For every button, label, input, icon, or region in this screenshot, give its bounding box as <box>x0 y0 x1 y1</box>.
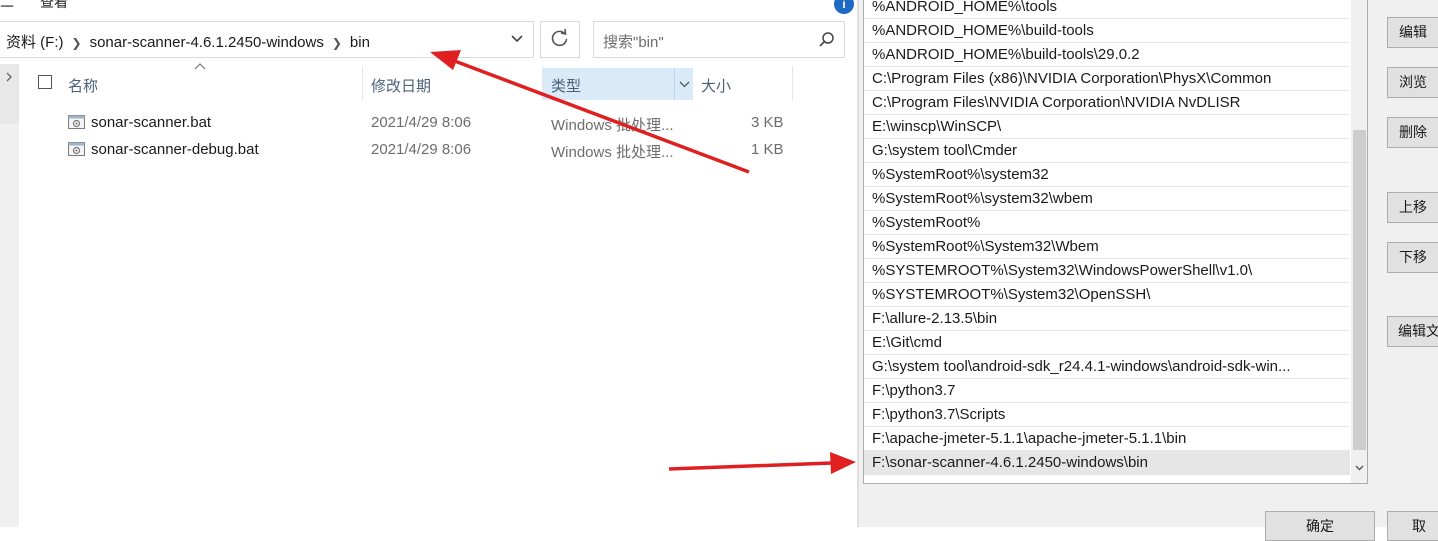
path-list-item[interactable]: C:\Program Files\NVIDIA Corporation\NVID… <box>864 91 1350 115</box>
menu-item-partial[interactable]: 二 <box>0 0 14 12</box>
path-list-item[interactable]: F:\apache-jmeter-5.1.1\apache-jmeter-5.1… <box>864 427 1350 451</box>
column-filter-dropdown[interactable] <box>674 68 694 100</box>
file-size: 3 KB <box>751 114 784 131</box>
search-icon[interactable] <box>818 31 836 49</box>
chevron-down-icon <box>679 81 690 88</box>
file-row[interactable]: sonar-scanner-debug.bat 2021/4/29 8:06 Win… <box>20 137 820 163</box>
chevron-right-icon[interactable]: ❯ <box>332 36 342 50</box>
path-list-item[interactable]: F:\python3.7 <box>864 379 1350 403</box>
column-header-date[interactable]: 修改日期 <box>371 75 431 96</box>
search-placeholder: 搜索"bin" <box>603 34 664 51</box>
path-list-item[interactable]: E:\Git\cmd <box>864 331 1350 355</box>
navigation-pane[interactable] <box>0 64 19 527</box>
breadcrumb: 资料 (F:) ❯ sonar-scanner-4.6.1.2450-windows… <box>6 31 370 52</box>
column-header-name[interactable]: 名称 <box>68 75 98 96</box>
browse-button[interactable]: 浏览 <box>1387 67 1438 98</box>
ribbon-menu: 二 查看 i <box>0 0 858 14</box>
move-down-button[interactable]: 下移 <box>1387 242 1438 273</box>
scroll-thumb[interactable] <box>1353 130 1366 450</box>
breadcrumb-item-current[interactable]: bin <box>350 34 370 51</box>
menu-item-view[interactable]: 查看 <box>40 0 68 12</box>
path-list-item[interactable]: %SystemRoot%\system32\wbem <box>864 187 1350 211</box>
file-explorer-window: 二 查看 i 资料 (F:) ❯ sonar-scanner-4.6.1.2450-… <box>0 0 858 527</box>
help-icon[interactable]: i <box>834 0 854 14</box>
file-modified-date: 2021/4/29 8:06 <box>371 114 472 131</box>
search-input[interactable]: 搜索"bin" <box>593 21 845 58</box>
select-all-checkbox[interactable] <box>38 75 52 89</box>
delete-button[interactable]: 删除 <box>1387 117 1438 148</box>
path-list-item[interactable]: %SYSTEMROOT%\System32\WindowsPowerShell\… <box>864 259 1350 283</box>
path-list-item[interactable]: G:\system tool\Cmder <box>864 139 1350 163</box>
batch-file-icon <box>68 115 85 129</box>
edit-text-button[interactable]: 编辑文 <box>1387 316 1438 347</box>
address-bar[interactable]: 资料 (F:) ❯ sonar-scanner-4.6.1.2450-windows… <box>0 21 534 58</box>
path-list-item[interactable]: %SystemRoot%\system32 <box>864 163 1350 187</box>
path-list-item[interactable]: F:\sonar-scanner-4.6.1.2450-windows\bin <box>864 451 1350 475</box>
path-list-item[interactable]: %SystemRoot%\System32\Wbem <box>864 235 1350 259</box>
path-list-item[interactable]: %SystemRoot% <box>864 211 1350 235</box>
column-header-size[interactable]: 大小 <box>701 75 731 96</box>
edit-environment-variable-dialog: %ANDROID_HOME%\tools %ANDROID_HOME%\build… <box>859 0 1438 541</box>
file-modified-date: 2021/4/29 8:06 <box>371 141 472 158</box>
path-list-item[interactable]: C:\Program Files (x86)\NVIDIA Corporatio… <box>864 67 1350 91</box>
path-list-item[interactable]: %ANDROID_HOME%\build-tools <box>864 19 1350 43</box>
column-divider[interactable] <box>362 66 363 100</box>
path-list-item[interactable]: %ANDROID_HOME%\tools <box>864 0 1350 19</box>
move-up-button[interactable]: 上移 <box>1387 192 1438 223</box>
column-header-row: 名称 修改日期 类型 大小 <box>20 63 858 104</box>
refresh-button[interactable] <box>540 21 580 58</box>
file-type: Windows 批处理... <box>551 117 674 134</box>
scroll-down-arrow-icon[interactable] <box>1353 461 1366 475</box>
path-list[interactable]: %ANDROID_HOME%\tools %ANDROID_HOME%\build… <box>863 0 1368 484</box>
file-row[interactable]: sonar-scanner.bat 2021/4/29 8:06 Windows 批… <box>20 110 820 136</box>
cancel-button[interactable]: 取 <box>1387 511 1438 541</box>
path-list-item[interactable]: F:\allure-2.13.5\bin <box>864 307 1350 331</box>
chevron-right-icon[interactable] <box>4 72 14 82</box>
path-list-item[interactable]: F:\python3.7\Scripts <box>864 403 1350 427</box>
file-name: sonar-scanner-debug.bat <box>91 141 259 158</box>
breadcrumb-item-drive[interactable]: 资料 (F:) <box>6 34 64 51</box>
edit-button[interactable]: 编辑 <box>1387 17 1438 48</box>
refresh-icon <box>551 28 568 47</box>
batch-file-icon <box>68 142 85 156</box>
path-list-item[interactable]: E:\winscp\WinSCP\ <box>864 115 1350 139</box>
chevron-right-icon[interactable]: ❯ <box>72 36 82 50</box>
column-divider[interactable] <box>792 66 793 100</box>
file-size: 1 KB <box>751 141 784 158</box>
path-list-item[interactable]: %ANDROID_HOME%\build-tools\29.0.2 <box>864 43 1350 67</box>
scrollbar[interactable] <box>1351 0 1367 483</box>
chevron-down-icon[interactable] <box>506 28 528 50</box>
breadcrumb-item-folder[interactable]: sonar-scanner-4.6.1.2450-windows <box>90 34 324 51</box>
column-header-type[interactable]: 类型 <box>551 75 581 96</box>
path-list-item[interactable]: %SYSTEMROOT%\System32\OpenSSH\ <box>864 283 1350 307</box>
path-list-item[interactable]: G:\system tool\android-sdk_r24.4.1-windo… <box>864 355 1350 379</box>
ok-button[interactable]: 确定 <box>1265 511 1375 541</box>
file-type: Windows 批处理... <box>551 144 674 161</box>
file-name: sonar-scanner.bat <box>91 114 212 131</box>
sort-ascending-icon <box>194 63 206 70</box>
